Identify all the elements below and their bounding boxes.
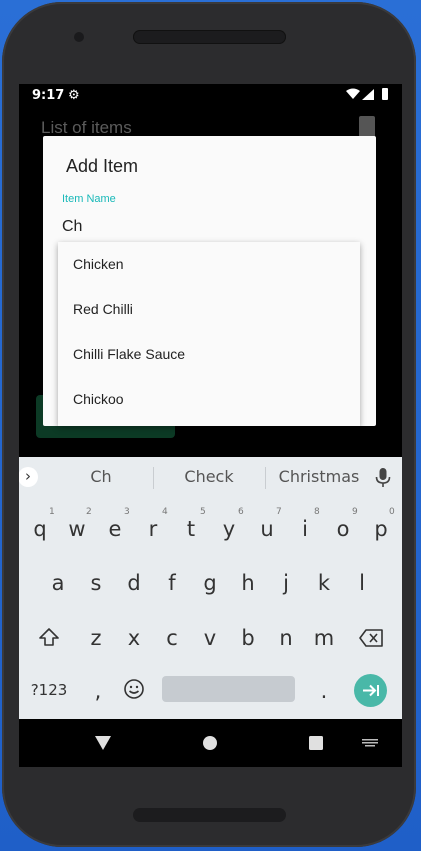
- suggestion-divider: [265, 467, 266, 489]
- key-hint: 8: [314, 507, 320, 517]
- key-hint: 0: [389, 507, 395, 517]
- back-icon[interactable]: [95, 736, 111, 750]
- backspace-icon[interactable]: [359, 629, 383, 647]
- navigation-bar: [19, 719, 402, 767]
- key-e[interactable]: e: [99, 517, 131, 541]
- status-bar: 9:17 ⚙: [19, 84, 402, 108]
- autocomplete-dropdown: Chicken Red Chilli Chilli Flake Sauce Ch…: [58, 242, 360, 426]
- emoji-icon[interactable]: [123, 678, 145, 700]
- item-name-label: Item Name: [62, 193, 116, 205]
- keyboard-switch-icon[interactable]: [362, 739, 378, 747]
- key-d[interactable]: d: [118, 571, 150, 595]
- key-v[interactable]: v: [194, 626, 226, 650]
- phone-frame: 9:17 ⚙ List of items Add Item Item Name …: [2, 2, 416, 847]
- suggestion-item[interactable]: Christmas: [271, 467, 367, 486]
- key-o[interactable]: o: [327, 517, 359, 541]
- key-b[interactable]: b: [232, 626, 264, 650]
- signal-icon: [362, 89, 374, 100]
- soft-keyboard: › Ch Check Christmas q w e r t y u i o p…: [19, 457, 402, 719]
- key-h[interactable]: h: [232, 571, 264, 595]
- key-i[interactable]: i: [289, 517, 321, 541]
- key-s[interactable]: s: [80, 571, 112, 595]
- period-key[interactable]: .: [308, 679, 340, 703]
- suggestion-item[interactable]: Check: [169, 467, 249, 486]
- enter-key[interactable]: [354, 674, 387, 707]
- key-hint: 6: [238, 507, 244, 517]
- key-hint: 3: [124, 507, 130, 517]
- key-q[interactable]: q: [24, 517, 56, 541]
- suggestion-bar: › Ch Check Christmas: [19, 457, 402, 497]
- key-hint: 7: [276, 507, 282, 517]
- home-icon[interactable]: [203, 736, 217, 750]
- key-n[interactable]: n: [270, 626, 302, 650]
- key-w[interactable]: w: [61, 517, 93, 541]
- device-screen: 9:17 ⚙ List of items Add Item Item Name …: [19, 84, 402, 767]
- key-j[interactable]: j: [270, 571, 302, 595]
- earpiece-speaker: [133, 30, 286, 44]
- key-u[interactable]: u: [251, 517, 283, 541]
- suggestion-item[interactable]: Ch: [71, 467, 131, 486]
- microphone-icon[interactable]: [373, 467, 393, 489]
- expand-arrow-icon[interactable]: ›: [19, 467, 38, 487]
- bottom-speaker: [133, 808, 286, 822]
- key-y[interactable]: y: [213, 517, 245, 541]
- key-m[interactable]: m: [308, 626, 340, 650]
- key-hint: 4: [162, 507, 168, 517]
- dropdown-item[interactable]: Chickoo: [58, 377, 360, 421]
- space-key[interactable]: [162, 676, 295, 702]
- status-time: 9:17: [32, 88, 65, 103]
- app-title: List of items: [41, 118, 132, 137]
- key-x[interactable]: x: [118, 626, 150, 650]
- item-name-input[interactable]: [62, 212, 357, 244]
- key-c[interactable]: c: [156, 626, 188, 650]
- shift-icon[interactable]: [38, 627, 60, 647]
- key-f[interactable]: f: [156, 571, 188, 595]
- key-hint: 5: [200, 507, 206, 517]
- front-camera: [74, 32, 84, 42]
- key-r[interactable]: r: [137, 517, 169, 541]
- battery-icon: [382, 88, 388, 100]
- key-t[interactable]: t: [175, 517, 207, 541]
- dropdown-item[interactable]: Red Chilli: [58, 287, 360, 331]
- key-p[interactable]: p: [365, 517, 397, 541]
- key-g[interactable]: g: [194, 571, 226, 595]
- dropdown-item[interactable]: Chilli Flake Sauce: [58, 332, 360, 376]
- key-l[interactable]: l: [346, 571, 378, 595]
- key-k[interactable]: k: [308, 571, 340, 595]
- key-z[interactable]: z: [80, 626, 112, 650]
- overview-icon[interactable]: [309, 736, 323, 750]
- next-arrow-icon: [363, 684, 379, 697]
- key-hint: 1: [49, 507, 55, 517]
- key-hint: 9: [352, 507, 358, 517]
- wifi-icon: [346, 88, 360, 99]
- key-hint: 2: [86, 507, 92, 517]
- comma-key[interactable]: ,: [82, 679, 114, 703]
- dropdown-item[interactable]: Chicken: [58, 242, 360, 286]
- suggestion-divider: [153, 467, 154, 489]
- settings-gear-icon: ⚙: [68, 88, 80, 103]
- dialog-title: Add Item: [66, 156, 139, 176]
- key-a[interactable]: a: [42, 571, 74, 595]
- symbols-key[interactable]: ?123: [27, 681, 71, 699]
